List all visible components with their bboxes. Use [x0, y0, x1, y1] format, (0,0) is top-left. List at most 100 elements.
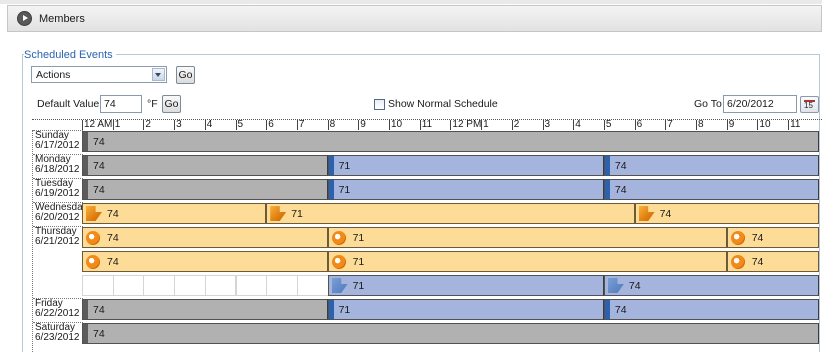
event-marker [83, 180, 88, 199]
hour-header: 12 AM 1 2 3 4 5 6 7 8 9 10 11 12 PM 1 2 3 4 5 6 7 8 9 10 11 [32, 119, 822, 130]
event-setpoint: 74 [107, 232, 119, 244]
schedule-event[interactable]: 74 [726, 227, 819, 248]
empty-hour-cell[interactable] [296, 275, 329, 296]
hour-tick: 6 [266, 119, 274, 130]
hour-tick: 11 [788, 119, 801, 130]
schedule-event[interactable]: 74 [82, 131, 819, 152]
event-setpoint: 74 [93, 160, 105, 172]
event-marker [83, 324, 88, 343]
event-marker [83, 132, 88, 151]
actions-go-button[interactable]: Go [176, 66, 195, 84]
day-date: 6/21/2012 [35, 236, 80, 247]
schedule-event[interactable]: 74 [634, 203, 819, 224]
event-setpoint: 74 [93, 328, 105, 340]
override-clock-icon [331, 231, 346, 245]
goto-date-input[interactable]: 6/20/2012 [723, 95, 797, 113]
event-marker [604, 300, 610, 319]
hour-tick: 9 [726, 119, 735, 130]
schedule-event[interactable]: 74 [82, 179, 328, 200]
event-setpoint: 74 [751, 256, 764, 268]
occupied-arrow-icon [331, 278, 348, 293]
override-clock-icon [730, 255, 745, 269]
occupied-arrow-icon [607, 278, 624, 293]
empty-hour-cell[interactable] [143, 275, 176, 296]
members-header[interactable]: Members [7, 5, 822, 32]
hour-tick: 2 [143, 119, 151, 130]
event-setpoint: 71 [352, 232, 365, 244]
schedule-event[interactable]: 71 [327, 275, 604, 296]
event-setpoint: 74 [628, 280, 641, 292]
schedule-event[interactable]: 71 [266, 203, 635, 224]
event-setpoint: 74 [93, 304, 105, 316]
show-normal-schedule-checkbox[interactable] [374, 99, 385, 110]
schedule-event[interactable]: 71 [327, 299, 604, 320]
event-setpoint: 71 [338, 160, 351, 172]
event-marker [328, 156, 334, 175]
event-setpoint: 74 [659, 208, 672, 220]
day-date: 6/19/2012 [35, 188, 80, 199]
empty-hour-cell[interactable] [174, 275, 206, 296]
override-arrow-icon [270, 206, 287, 221]
day-separator [33, 202, 83, 203]
schedule-event[interactable]: 74 [603, 179, 819, 200]
schedule-event[interactable]: 71 [327, 179, 604, 200]
schedule-event[interactable]: 74 [82, 251, 328, 272]
day-separator [33, 154, 83, 155]
expand-arrow-icon[interactable] [17, 11, 32, 26]
empty-hour-cell[interactable] [204, 275, 237, 296]
schedule-event[interactable]: 71 [327, 227, 727, 248]
event-marker [83, 156, 88, 175]
default-value-go-button[interactable]: Go [162, 95, 181, 113]
schedule-event[interactable]: 74 [82, 323, 819, 344]
event-setpoint: 74 [107, 256, 119, 268]
schedule-event[interactable]: 74 [82, 155, 328, 176]
chevron-down-icon[interactable] [152, 68, 165, 81]
schedule-event[interactable]: 74 [603, 155, 819, 176]
override-clock-icon [331, 255, 346, 269]
empty-hour-cell[interactable] [235, 275, 268, 296]
members-title: Members [39, 13, 85, 25]
hour-tick: 12 PM [450, 119, 482, 130]
hour-tick: 4 [204, 119, 213, 130]
day-date: 6/23/2012 [35, 332, 80, 343]
hour-tick: 2 [511, 119, 520, 130]
hour-tick: 3 [542, 119, 551, 130]
default-value-label: Default Value: [37, 98, 103, 110]
day-date: 6/17/2012 [35, 140, 80, 151]
hour-tick: 3 [174, 119, 182, 130]
calendar-button[interactable]: 15 [800, 96, 819, 113]
default-value-input[interactable]: 74 [100, 95, 142, 113]
actions-dropdown[interactable]: Actions [31, 66, 167, 83]
hour-tick: 7 [296, 119, 305, 130]
event-marker [604, 156, 610, 175]
event-setpoint: 71 [352, 256, 365, 268]
event-marker [328, 180, 334, 199]
empty-hour-cell[interactable] [112, 275, 145, 296]
event-setpoint: 71 [338, 184, 351, 196]
event-marker [83, 300, 88, 319]
day-separator [33, 130, 83, 131]
hour-tick: 9 [358, 119, 366, 130]
schedule-event[interactable]: 71 [327, 251, 727, 272]
empty-hour-cell[interactable] [266, 275, 298, 296]
show-normal-schedule-label: Show Normal Schedule [388, 98, 498, 110]
schedule-event[interactable]: 74 [82, 203, 267, 224]
schedule-event[interactable]: 74 [603, 275, 819, 296]
schedule-event[interactable]: 74 [82, 227, 328, 248]
day-date: 6/18/2012 [35, 164, 80, 175]
override-clock-icon [86, 231, 100, 245]
day-column: Sunday 6/17/2012 Monday 6/18/2012 Tuesday 6/1… [32, 130, 88, 352]
day-separator [33, 178, 83, 179]
empty-hour-cell[interactable] [82, 275, 114, 296]
event-setpoint: 71 [352, 280, 365, 292]
event-setpoint: 74 [614, 160, 627, 172]
event-setpoint: 71 [291, 208, 303, 220]
event-setpoint: 74 [614, 184, 627, 196]
hour-tick: 5 [603, 119, 612, 130]
schedule-event[interactable]: 74 [726, 251, 819, 272]
event-setpoint: 74 [751, 232, 764, 244]
event-setpoint: 74 [93, 136, 105, 148]
schedule-event[interactable]: 74 [603, 299, 819, 320]
schedule-event[interactable]: 74 [82, 299, 328, 320]
schedule-event[interactable]: 71 [327, 155, 604, 176]
